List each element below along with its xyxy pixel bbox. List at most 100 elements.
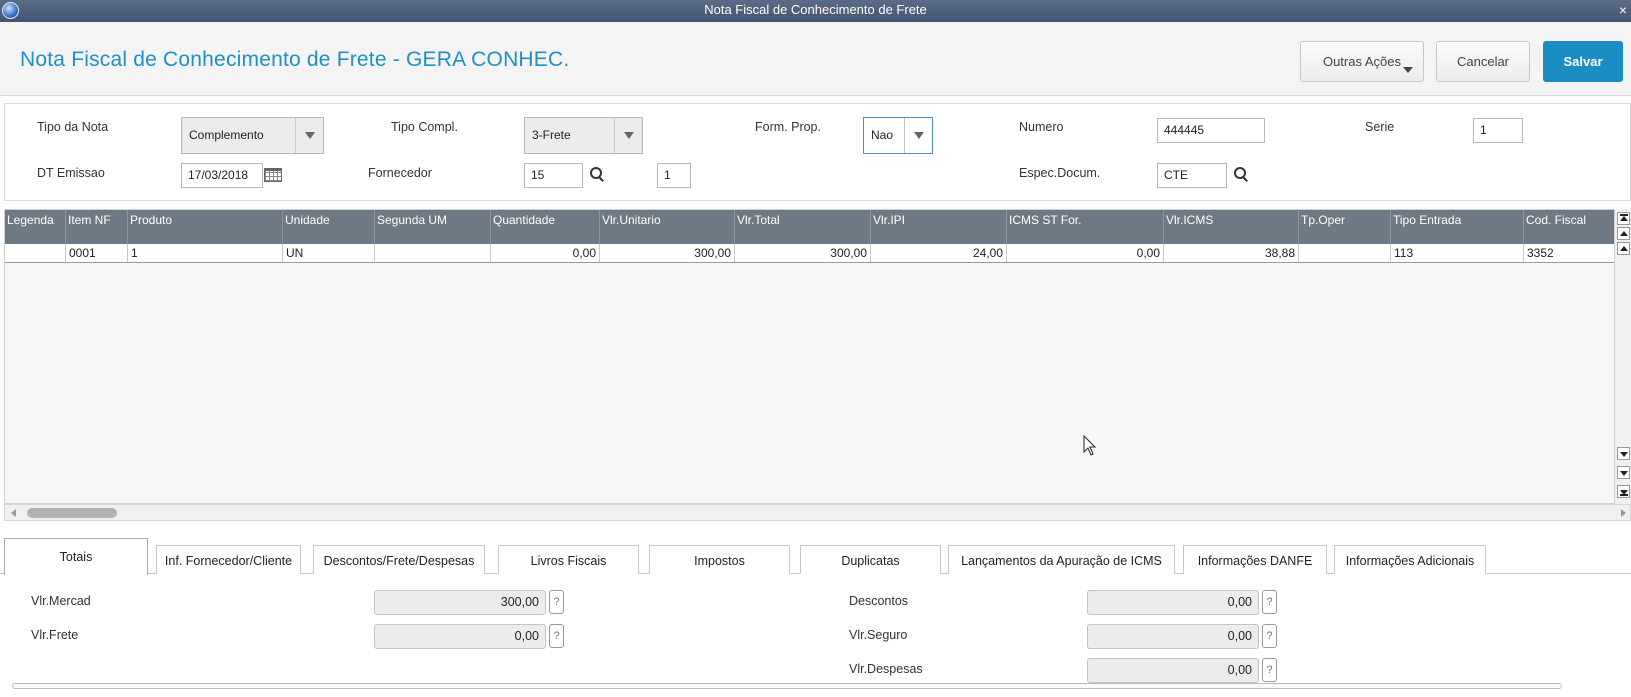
scroll-bottom-icon[interactable] [1617,485,1630,498]
help-button[interactable]: ? [1262,658,1277,682]
col-segunda-um[interactable]: Segunda UM [375,210,491,244]
tab-lancamentos-icms[interactable]: Lançamentos da Apuração de ICMS [948,545,1175,574]
page-title: Nota Fiscal de Conhecimento de Frete - G… [20,48,570,71]
page-header: Nota Fiscal de Conhecimento de Frete - G… [0,22,1631,96]
vlr-seguro-label: Vlr.Seguro [849,628,908,642]
app-logo-icon [2,2,19,19]
table-row[interactable]: 0001 1 UN 0,00 300,00 300,00 24,00 0,00 … [5,244,1617,263]
vlr-frete-field: 0,00 [374,624,546,649]
fornecedor-input[interactable]: 15 [524,163,583,188]
cell-vlr-ipi: 24,00 [871,244,1007,262]
col-quantidade[interactable]: Quantidade [491,210,600,244]
col-legenda[interactable]: Legenda [5,210,66,244]
cancel-button[interactable]: Cancelar [1436,41,1530,82]
tab-totais[interactable]: Totais [4,538,148,575]
items-grid[interactable]: Legenda Item NF Produto Unidade Segunda … [4,209,1618,504]
tab-impostos[interactable]: Impostos [649,545,790,574]
numero-input[interactable]: 444445 [1157,118,1265,143]
cell-icms-st-for: 0,00 [1007,244,1164,262]
folder-tabs: Totais Inf. Fornecedor/Cliente Descontos… [0,538,1631,575]
form-prop-select[interactable]: Nao [863,117,933,154]
serie-input[interactable]: 1 [1473,118,1523,143]
help-button[interactable]: ? [1262,590,1277,614]
save-button[interactable]: Salvar [1543,41,1623,82]
cell-tp-oper [1299,244,1391,262]
help-button[interactable]: ? [1262,624,1277,648]
window-titlebar: Nota Fiscal de Conhecimento de Frete × [0,0,1631,22]
search-icon[interactable] [1233,166,1249,182]
espec-docum-label: Espec.Docum. [1019,166,1101,180]
col-vlr-total[interactable]: Vlr.Total [735,210,871,244]
vlr-despesas-label: Vlr.Despesas [849,662,923,676]
tab-duplicatas[interactable]: Duplicatas [800,545,941,574]
col-unidade[interactable]: Unidade [283,210,375,244]
col-cod-fiscal[interactable]: Cod. Fiscal [1524,210,1617,244]
cell-vlr-unitario: 300,00 [600,244,735,262]
espec-docum-input[interactable]: CTE [1157,163,1227,188]
cell-produto: 1 [128,244,283,262]
cell-legenda [5,244,66,262]
scroll-page-down-icon[interactable] [1617,466,1630,479]
cell-item-nf: 0001 [66,244,128,262]
cell-vlr-icms: 38,88 [1164,244,1299,262]
col-vlr-icms[interactable]: Vlr.ICMS [1164,210,1299,244]
close-window-icon[interactable]: × [1619,0,1627,20]
col-tipo-entrada[interactable]: Tipo Entrada [1391,210,1524,244]
descontos-label: Descontos [849,594,909,608]
scroll-thumb[interactable] [27,508,117,518]
chevron-down-icon[interactable] [614,118,642,153]
cell-vlr-total: 300,00 [735,244,871,262]
dt-emissao-label: DT Emissao [37,166,105,180]
panel-scrollbar[interactable] [12,683,1562,689]
tipo-nota-select[interactable]: Complemento [181,117,324,154]
form-prop-label: Form. Prop. [755,120,821,134]
tipo-compl-value: 3-Frete [532,128,571,142]
numero-label: Numero [1019,120,1064,134]
outras-acoes-button[interactable]: Outras Ações [1300,41,1424,82]
scroll-left-icon[interactable] [11,509,16,517]
calendar-icon[interactable] [264,168,282,182]
vlr-frete-label: Vlr.Frete [31,628,79,642]
chevron-down-icon[interactable] [904,118,932,153]
tab-informacoes-danfe[interactable]: Informações DANFE [1183,545,1327,574]
chevron-down-icon[interactable] [295,118,323,153]
scroll-right-icon[interactable] [1621,509,1626,517]
help-button[interactable]: ? [549,590,564,614]
vlr-seguro-field: 0,00 [1087,624,1259,649]
cell-segunda-um [375,244,491,262]
scroll-up-icon[interactable] [1617,242,1630,255]
serie-label: Serie [1365,120,1395,134]
form-prop-value: Nao [871,128,894,142]
cell-quantidade: 0,00 [491,244,600,262]
grid-header: Legenda Item NF Produto Unidade Segunda … [5,210,1617,244]
cell-cod-fiscal: 3352 [1527,246,1554,260]
cell-unidade: UN [283,244,375,262]
tipo-compl-select[interactable]: 3-Frete [524,117,643,154]
tab-descontos-frete[interactable]: Descontos/Frete/Despesas [313,545,485,574]
search-icon[interactable] [589,166,605,182]
scroll-top-icon[interactable] [1617,212,1630,225]
col-icms-st-for[interactable]: ICMS ST For. [1007,210,1164,244]
col-item-nf[interactable]: Item NF [66,210,128,244]
chevron-down-icon [1403,67,1413,73]
help-button[interactable]: ? [549,624,564,648]
tab-livros-fiscais[interactable]: Livros Fiscais [498,545,639,574]
vlr-mercad-label: Vlr.Mercad [31,594,91,608]
window-title: Nota Fiscal de Conhecimento de Frete [704,2,927,17]
tab-inf-fornecedor[interactable]: Inf. Fornecedor/Cliente [156,545,301,574]
tab-informacoes-adicionais[interactable]: Informações Adicionais [1334,545,1486,574]
tipo-nota-value: Complemento [189,128,264,142]
col-produto[interactable]: Produto [128,210,283,244]
cell-tipo-entrada: 113 [1391,244,1524,262]
dt-emissao-input[interactable]: 17/03/2018 [181,163,263,188]
scroll-down-icon[interactable] [1617,447,1630,460]
tipo-nota-label: Tipo da Nota [37,120,109,134]
tipo-compl-label: Tipo Compl. [391,120,458,134]
col-tp-oper[interactable]: Tp.Oper [1299,210,1391,244]
loja-input[interactable]: 1 [657,163,691,188]
col-vlr-ipi[interactable]: Vlr.IPI [871,210,1007,244]
grid-vertical-scrollbar[interactable] [1614,209,1631,504]
scroll-page-up-icon[interactable] [1617,227,1630,240]
col-vlr-unitario[interactable]: Vlr.Unitario [600,210,735,244]
grid-horizontal-scrollbar[interactable] [4,504,1631,521]
